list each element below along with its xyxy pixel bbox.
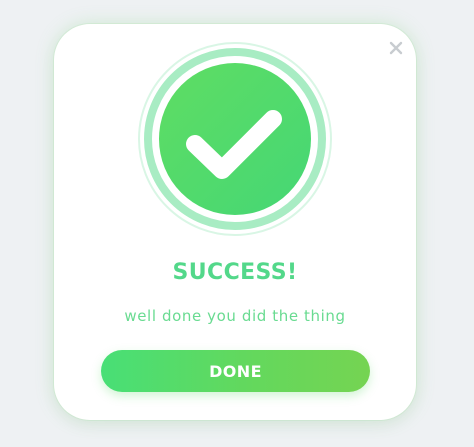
- close-button[interactable]: [388, 40, 404, 56]
- success-dialog: SUCCESS! well done you did the thing DON…: [54, 24, 416, 420]
- done-button[interactable]: DONE: [101, 350, 370, 392]
- success-badge: [136, 40, 334, 238]
- close-icon: [388, 40, 404, 56]
- dialog-title: SUCCESS!: [172, 260, 298, 285]
- dialog-message: well done you did the thing: [124, 307, 346, 325]
